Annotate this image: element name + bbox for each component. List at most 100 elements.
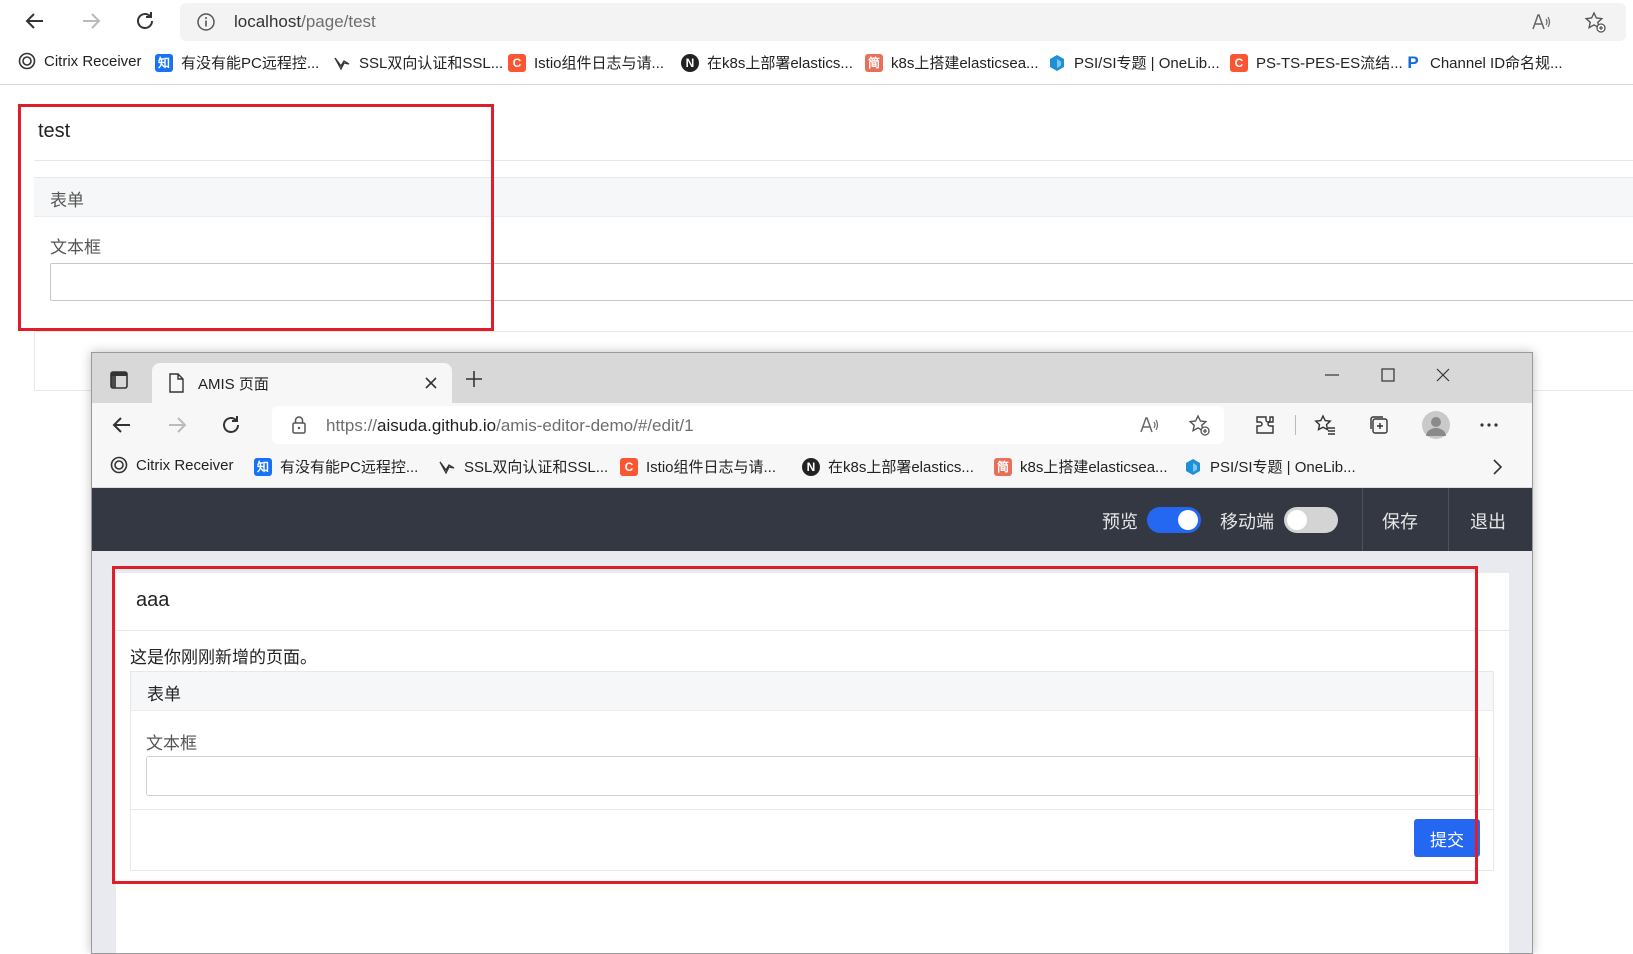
more-icon[interactable] (1478, 414, 1500, 441)
bookmark-label: Citrix Receiver (136, 456, 234, 474)
bookmark-item[interactable]: PSI/SI专题 | OneLib... (1048, 52, 1220, 73)
bookmark-label: k8s上搭建elasticsea... (1020, 459, 1168, 476)
outer-url[interactable]: localhost/page/test (234, 12, 376, 32)
bookmark-item[interactable]: 知 有没有能PC远程控... (155, 52, 319, 73)
lock-icon[interactable] (290, 415, 308, 440)
bookmark-label: PS-TS-PES-ES流结... (1256, 55, 1403, 72)
bird-icon (438, 458, 456, 476)
close-window-icon[interactable] (1435, 367, 1451, 388)
jianshu-icon: 简 (865, 53, 883, 72)
chevron-right-icon[interactable] (1490, 458, 1504, 481)
close-tab-icon[interactable] (424, 376, 438, 395)
tab-actions-icon[interactable] (110, 371, 128, 394)
preview-label: 预览 (1102, 512, 1138, 532)
onelib-icon (1184, 458, 1202, 476)
bookmark-item[interactable]: SSL双向认证和SSL... (438, 456, 608, 477)
bookmark-label: PSI/SI专题 | OneLib... (1210, 459, 1356, 476)
bookmark-label: Citrix Receiver (44, 52, 142, 70)
refresh-icon[interactable] (130, 6, 160, 36)
extensions-icon[interactable] (1254, 414, 1276, 441)
n-icon: N (802, 457, 820, 476)
read-aloud-icon[interactable] (1530, 11, 1552, 38)
favorite-add-icon[interactable] (1584, 11, 1606, 38)
maximize-icon[interactable] (1380, 367, 1396, 388)
bookmark-label: SSL双向认证和SSL... (464, 459, 609, 476)
page-icon (168, 373, 184, 398)
outer-browser-toolbar: localhost/page/test (0, 0, 1633, 42)
paypal-icon: P (1407, 52, 1419, 72)
citrix-icon (110, 456, 128, 474)
bird-icon (333, 54, 351, 72)
exit-button[interactable]: 退出 (1470, 508, 1506, 534)
bookmark-label: Istio组件日志与请... (646, 459, 777, 476)
bookmark-item[interactable]: N 在k8s上部署elastics... (802, 456, 974, 477)
citrix-icon (18, 52, 36, 70)
inner-browser-toolbar: https://aisuda.github.io/amis-editor-dem… (92, 403, 1532, 447)
highlight-frame (112, 566, 1478, 884)
header-separator (1448, 488, 1449, 551)
bookmark-label: 有没有能PC远程控... (280, 459, 419, 476)
minimize-icon[interactable] (1324, 367, 1340, 388)
info-icon[interactable] (196, 12, 216, 37)
bookmark-label: PSI/SI专题 | OneLib... (1074, 55, 1220, 72)
inner-url[interactable]: https://aisuda.github.io/amis-editor-dem… (326, 416, 694, 436)
bookmark-item[interactable]: C Istio组件日志与请... (620, 456, 776, 477)
tab-title: AMIS 页面 (198, 376, 269, 393)
bookmark-label: 在k8s上部署elastics... (707, 55, 853, 72)
back-icon[interactable] (107, 410, 137, 440)
zhihu-icon: 知 (254, 457, 272, 476)
highlight-frame (18, 104, 494, 331)
bookmark-label: 在k8s上部署elastics... (828, 459, 974, 476)
bookmark-item[interactable]: SSL双向认证和SSL... (333, 52, 503, 73)
bookmark-item[interactable]: 知 有没有能PC远程控... (254, 456, 418, 477)
new-tab-icon[interactable] (464, 369, 484, 394)
read-aloud-icon[interactable] (1138, 414, 1160, 441)
csdn-icon: C (508, 53, 526, 72)
favorites-icon[interactable] (1314, 414, 1336, 441)
save-button[interactable]: 保存 (1382, 508, 1418, 534)
bookmark-item[interactable]: P Channel ID命名规... (1404, 52, 1563, 73)
tab-strip: AMIS 页面 (92, 353, 1532, 403)
n-icon: N (681, 53, 699, 72)
refresh-icon[interactable] (216, 410, 246, 440)
inner-bookmarks-bar: Citrix Receiver 知 有没有能PC远程控... SSL双向认证和S… (92, 447, 1532, 488)
bookmark-label: Channel ID命名规... (1430, 55, 1563, 72)
onelib-icon (1048, 54, 1066, 72)
bookmark-label: 有没有能PC远程控... (181, 55, 320, 72)
bookmark-item[interactable]: Citrix Receiver (110, 456, 234, 474)
preview-switch[interactable] (1147, 507, 1201, 533)
back-icon[interactable] (20, 6, 50, 36)
header-separator (1362, 488, 1363, 551)
bookmark-item[interactable]: 简 k8s上搭建elasticsea... (994, 456, 1168, 477)
tab-amis[interactable]: AMIS 页面 (152, 363, 452, 403)
mobile-switch[interactable] (1284, 507, 1338, 533)
bookmark-label: SSL双向认证和SSL... (359, 55, 504, 72)
forward-icon[interactable] (162, 410, 192, 440)
toolbar-separator (1295, 415, 1296, 435)
form-footer-divider (34, 331, 1633, 332)
outer-address-bar[interactable]: localhost/page/test (180, 3, 1626, 41)
bookmark-item[interactable]: PSI/SI专题 | OneLib... (1184, 456, 1356, 477)
switch-knob (1178, 510, 1198, 530)
bookmark-item[interactable]: C Istio组件日志与请... (508, 52, 664, 73)
bookmark-label: Istio组件日志与请... (534, 55, 665, 72)
switch-knob (1287, 510, 1307, 530)
outer-bookmarks-bar: Citrix Receiver 知 有没有能PC远程控... SSL双向认证和S… (0, 42, 1633, 85)
avatar[interactable] (1422, 411, 1450, 439)
bookmark-item[interactable]: Citrix Receiver (18, 52, 142, 70)
inner-address-bar[interactable]: https://aisuda.github.io/amis-editor-dem… (272, 406, 1224, 444)
mobile-label: 移动端 (1220, 512, 1274, 532)
bookmark-item[interactable]: N 在k8s上部署elastics... (681, 52, 853, 73)
jianshu-icon: 简 (994, 457, 1012, 476)
forward-icon[interactable] (76, 6, 106, 36)
csdn-icon: C (620, 457, 638, 476)
bookmark-item[interactable]: 简 k8s上搭建elasticsea... (865, 52, 1039, 73)
collections-icon[interactable] (1368, 414, 1390, 441)
bookmark-label: k8s上搭建elasticsea... (891, 55, 1039, 72)
panel-left-border (34, 331, 35, 391)
csdn-icon: C (1230, 53, 1248, 72)
favorite-add-icon[interactable] (1188, 414, 1210, 441)
editor-header: 预览 移动端 保存 退出 (92, 488, 1532, 551)
zhihu-icon: 知 (155, 53, 173, 72)
bookmark-item[interactable]: C PS-TS-PES-ES流结... (1230, 52, 1403, 73)
